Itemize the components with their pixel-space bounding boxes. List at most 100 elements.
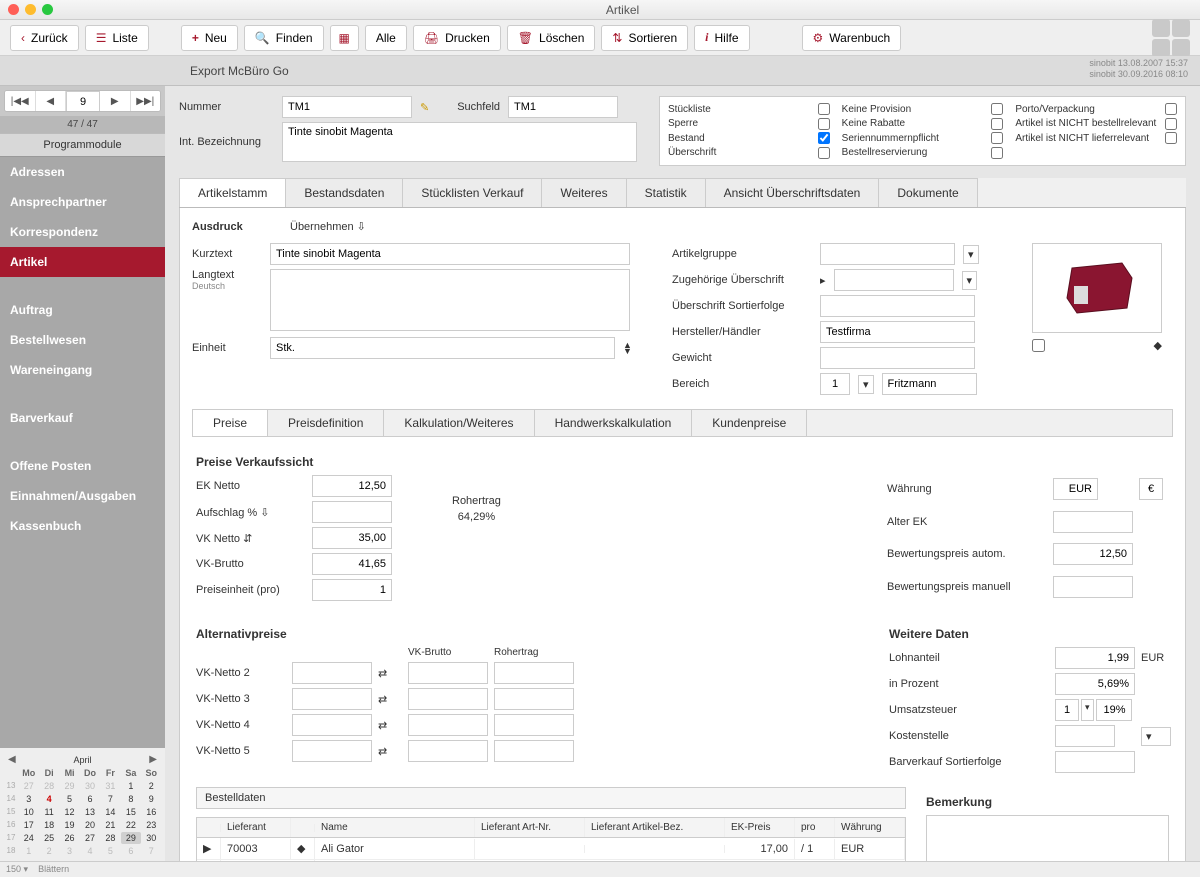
subtab-kalkulation-weiteres[interactable]: Kalkulation/Weiteres [384,410,534,436]
minimize-icon[interactable] [25,4,36,15]
alt-brutto-field[interactable] [408,662,488,684]
ust-num-field[interactable] [1055,699,1079,721]
calendar-day[interactable]: 2 [39,845,58,857]
prev-month-button[interactable]: ◀ [8,754,16,765]
next-record-button[interactable]: ▶ [100,91,131,111]
checkbox[interactable] [818,147,830,159]
calendar-day[interactable]: 3 [60,845,79,857]
chevron-right-icon[interactable]: ▸ [820,274,826,287]
back-button[interactable]: ‹ Zurück [10,25,79,51]
sidebar-item-ansprechpartner[interactable]: Ansprechpartner [0,187,165,217]
nummer-field[interactable] [282,96,412,118]
tab-stücklisten-verkauf[interactable]: Stücklisten Verkauf [402,178,542,207]
dropdown-icon[interactable]: ▾ [24,864,31,874]
swap-icon[interactable]: ⇄ [378,693,402,706]
subtab-kundenpreise[interactable]: Kundenpreise [692,410,807,436]
waehrung-sym-field[interactable] [1139,478,1163,500]
calendar-day[interactable]: 4 [80,845,99,857]
sort-button[interactable]: ⇅ Sortieren [601,25,688,51]
calendar-day[interactable]: 27 [19,780,38,792]
edit-icon[interactable]: ✎ [420,101,429,114]
next-month-button[interactable]: ▶ [149,754,157,765]
alt-brutto-field[interactable] [408,714,488,736]
first-record-button[interactable]: |◀◀ [5,91,36,111]
calendar-day[interactable]: 11 [39,806,58,818]
prozent-field[interactable] [1055,673,1135,695]
calendar-day[interactable]: 19 [60,819,79,831]
vk-brutto-field[interactable] [312,553,392,575]
vk-netto-field[interactable] [312,527,392,549]
calendar-day[interactable]: 12 [60,806,79,818]
kosten-field[interactable] [1055,725,1115,747]
tab-dokumente[interactable]: Dokumente [878,178,977,207]
tab-weiteres[interactable]: Weiteres [541,178,626,207]
sidebar-item-kassenbuch[interactable]: Kassenbuch [0,511,165,541]
calendar-day[interactable]: 9 [142,793,161,805]
preiseinheit-field[interactable] [312,579,392,601]
bar-sort-field[interactable] [1055,751,1135,773]
hersteller-field[interactable] [820,321,975,343]
calendar-day[interactable]: 18 [39,819,58,831]
tab-bestandsdaten[interactable]: Bestandsdaten [285,178,403,207]
tab-statistik[interactable]: Statistik [626,178,706,207]
sidebar-item-einnahmen/ausgaben[interactable]: Einnahmen/Ausgaben [0,481,165,511]
calendar-day[interactable]: 22 [121,819,140,831]
dropdown-icon[interactable]: ▾ [963,245,979,264]
alt-netto-field[interactable] [292,662,372,684]
calendar-day[interactable]: 31 [101,780,120,792]
ek-netto-field[interactable] [312,475,392,497]
alt-roh-field[interactable] [494,662,574,684]
alt-brutto-field[interactable] [408,688,488,710]
aufschlag-field[interactable] [312,501,392,523]
calendar-day[interactable]: 13 [80,806,99,818]
calendar-day[interactable]: 8 [121,793,140,805]
warenbuch-button[interactable]: ⚙ Warenbuch [802,25,902,51]
arrows-updown-icon[interactable]: ⇵ [243,533,252,545]
calendar-day[interactable]: 25 [39,832,58,844]
kurztext-field[interactable] [270,243,630,265]
calendar-day[interactable]: 5 [60,793,79,805]
sidebar-item-adressen[interactable]: Adressen [0,157,165,187]
einheit-field[interactable] [270,337,615,359]
calendar-day[interactable]: 14 [101,806,120,818]
dropdown-icon[interactable]: ▾ [962,271,978,290]
calendar-day[interactable]: 1 [121,780,140,792]
checkbox[interactable] [991,147,1003,159]
alter-ek-field[interactable] [1053,511,1133,533]
sidebar-item-bestellwesen[interactable]: Bestellwesen [0,325,165,355]
last-record-button[interactable]: ▶▶| [131,91,161,111]
dropdown-icon[interactable]: ▾ [1141,727,1171,746]
calendar-day[interactable]: 21 [101,819,120,831]
swap-icon[interactable]: ⇄ [378,667,402,680]
calendar-day[interactable]: 28 [39,780,58,792]
alt-netto-field[interactable] [292,714,372,736]
alt-roh-field[interactable] [494,740,574,762]
alt-brutto-field[interactable] [408,740,488,762]
print-button[interactable]: 🖨 Drucken [413,25,501,51]
close-icon[interactable] [8,4,19,15]
dropdown-icon[interactable]: ▾ [858,375,874,394]
calendar-day[interactable]: 17 [19,819,38,831]
calendar-day[interactable]: 1 [19,845,38,857]
alt-roh-field[interactable] [494,688,574,710]
tab-ansicht-überschriftsdaten[interactable]: Ansicht Überschriftsdaten [705,178,880,207]
tab-artikelstamm[interactable]: Artikelstamm [179,178,286,207]
calendar-day[interactable]: 2 [142,780,161,792]
checkbox[interactable] [991,132,1003,144]
sidebar-item-korrespondenz[interactable]: Korrespondenz [0,217,165,247]
waehrung-field[interactable] [1053,478,1098,500]
bew-man-field[interactable] [1053,576,1133,598]
subtab-preise[interactable]: Preise [193,410,268,436]
calendar-day[interactable]: 16 [142,806,161,818]
record-number-field[interactable] [66,91,100,112]
all-button[interactable]: Alle [365,25,407,51]
bew-autom-field[interactable] [1053,543,1133,565]
suchfeld-field[interactable] [508,96,618,118]
maximize-icon[interactable] [42,4,53,15]
alt-roh-field[interactable] [494,714,574,736]
image-checkbox[interactable] [1032,339,1045,352]
calendar-day[interactable]: 29 [60,780,79,792]
calendar-day[interactable]: 4 [39,793,58,805]
find-button[interactable]: 🔍 Finden [244,25,324,51]
subtab-preisdefinition[interactable]: Preisdefinition [268,410,384,436]
